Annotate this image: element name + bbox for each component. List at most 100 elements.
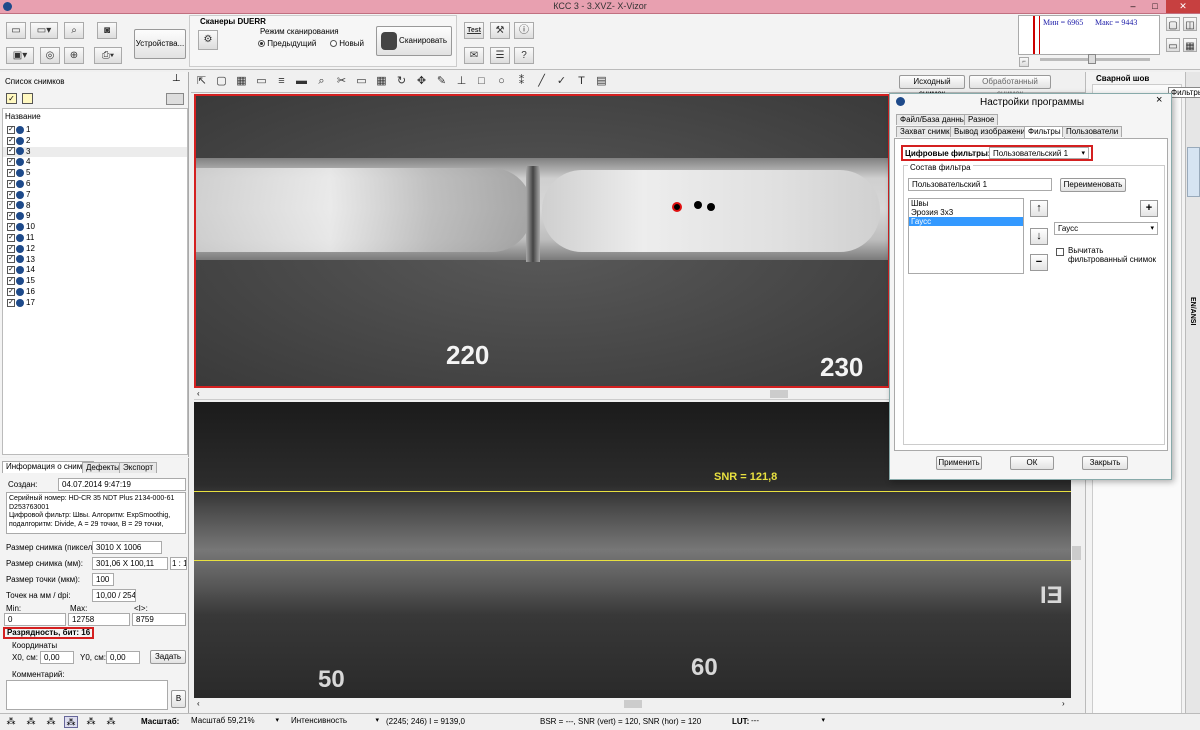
apply-button[interactable]: Применить [936,456,982,470]
dialog-tab[interactable]: Пользователи [1062,126,1123,137]
layout-window-icon[interactable]: ▭ [1166,38,1180,52]
rename-button[interactable]: Переименовать [1060,178,1126,192]
item-checkbox[interactable]: ✓ [7,233,15,242]
layout-single-icon[interactable]: ▢ [1166,17,1180,31]
image-list-item[interactable]: ✓ 1 [3,125,187,136]
move-up-icon[interactable]: ↑ [1030,200,1048,217]
nav-last-icon[interactable]: ⁂ [104,716,118,728]
nav-stop-icon[interactable]: ⁂ [44,716,58,728]
item-checkbox[interactable]: ✓ [7,190,15,199]
search-icon[interactable]: ⌕ [64,22,84,39]
filter-list-item[interactable]: Швы [909,199,1023,208]
ok-button[interactable]: ОК [1010,456,1054,470]
cut-icon[interactable]: ✂ [333,74,350,90]
image-list-item[interactable]: ✓ 2 [3,136,187,147]
top-hscroll-thumb[interactable] [770,390,788,398]
item-checkbox[interactable]: ✓ [7,277,15,286]
pan-icon[interactable]: ✥ [413,74,430,90]
thumbnail-view-icon[interactable] [166,93,184,105]
frame-icon[interactable]: ▭ [253,74,270,90]
image-list-item[interactable]: ✓ 8 [3,201,187,212]
item-checkbox[interactable]: ✓ [7,223,15,232]
select-icon[interactable]: ▢ [213,74,230,90]
nav-prev-icon[interactable]: ⁂ [24,716,38,728]
bottom-hscrollbar[interactable]: ‹ › [194,698,1071,710]
comment-input[interactable] [6,680,168,710]
item-checkbox[interactable]: ✓ [7,169,15,178]
ruler-icon[interactable]: ▬ [293,74,310,90]
image-list-item[interactable]: ✓ 3 [3,146,187,158]
status-mode-select[interactable]: Интенсивность [288,715,382,728]
pin-icon[interactable]: ⊥ [172,73,181,84]
list-icon[interactable]: ☰ [490,47,510,64]
filter-list-item[interactable]: Гаусс [909,217,1023,226]
rect-icon[interactable]: □ [473,74,490,90]
check-all-icon[interactable]: ✓ [6,93,17,104]
new-file-icon[interactable]: ▭ [6,22,26,39]
top-hscrollbar[interactable]: ‹ [194,388,890,400]
maximize-button[interactable]: □ [1144,0,1166,13]
bottom-hscroll-thumb[interactable] [624,700,642,708]
image-list-item[interactable]: ✓ 15 [3,276,187,287]
scroll-right-icon[interactable]: › [1062,699,1065,708]
disc-icon[interactable]: ◎ [40,47,60,64]
wrench-icon[interactable]: ⚒ [490,22,510,39]
grid2-icon[interactable]: ▦ [373,74,390,90]
stack-icon[interactable]: ≡ [273,74,290,90]
digital-filters-select[interactable]: Пользовательский 1 [989,147,1089,159]
item-checkbox[interactable]: ✓ [7,255,15,264]
add-icon[interactable]: ⊕ [64,47,84,64]
profile-icon[interactable]: ⊥ [453,74,470,90]
image-list-item[interactable]: ✓ 9 [3,211,187,222]
item-checkbox[interactable]: ✓ [7,125,15,134]
close-dialog-button[interactable]: Закрыть [1082,456,1128,470]
mode-previous-radio[interactable]: Предыдущий [258,39,316,48]
image-list-item[interactable]: ✓ 12 [3,244,187,255]
ellipse-icon[interactable]: ○ [493,74,510,90]
image-list-item[interactable]: ✓ 13 [3,255,187,266]
item-checkbox[interactable]: ✓ [7,298,15,307]
gear-icon[interactable]: ⚙ [198,30,218,50]
add-filter-select[interactable]: Гаусс [1054,222,1158,235]
mode-new-radio[interactable]: Новый [330,39,364,48]
count-icon[interactable]: ⁑ [513,74,530,90]
camera-icon[interactable]: ◙ [97,22,117,39]
save-icon[interactable]: ▣▾ [6,47,34,64]
move-icon[interactable]: ⇱ [193,74,210,90]
item-checkbox[interactable]: ✓ [7,147,15,156]
dialog-tab[interactable]: Разное [964,114,999,125]
side-tab[interactable]: EN/ANSI [1189,297,1196,347]
add-filter-icon[interactable]: + [1140,200,1158,217]
filter-list-item[interactable]: Эрозия 3x3 [909,208,1023,217]
top-xray-viewer[interactable]: 220 230 [194,94,890,388]
image-list-item[interactable]: ✓ 7 [3,190,187,201]
rotate-icon[interactable]: ↻ [393,74,410,90]
palette-icon[interactable]: ▤ [593,74,610,90]
y0-input[interactable]: 0,00 [106,651,140,664]
item-checkbox[interactable]: ✓ [7,266,15,275]
line-icon[interactable]: ╱ [533,74,550,90]
help-icon[interactable]: ? [514,47,534,64]
tab-image-info[interactable]: Информация о снимке [2,461,95,473]
bottom-vscroll-thumb[interactable] [1072,546,1081,560]
dialog-tab[interactable]: Вывод изображения [950,126,1034,137]
original-image-button[interactable]: Исходный снимок [899,75,965,98]
nav-next-icon[interactable]: ⁂ [84,716,98,728]
close-button[interactable]: ✕ [1166,0,1200,13]
tab-defects[interactable]: Дефекты [82,462,124,473]
tab-export[interactable]: Экспорт [119,462,158,473]
chat-icon[interactable]: ✉ [464,47,484,64]
pen-icon[interactable]: ✎ [433,74,450,90]
uncheck-all-icon[interactable] [22,93,33,104]
minimize-button[interactable]: – [1122,0,1144,13]
dialog-tab[interactable]: Файл/База данных [896,114,974,125]
item-checkbox[interactable]: ✓ [7,158,15,167]
layout-grid-icon[interactable]: ▦ [1183,38,1197,52]
info-icon[interactable]: ⓘ [514,22,534,39]
tick-icon[interactable]: ✓ [553,74,570,90]
x0-input[interactable]: 0,00 [40,651,74,664]
image-list-item[interactable]: ✓ 17 [3,298,187,309]
item-checkbox[interactable]: ✓ [7,212,15,221]
histogram-reset-icon[interactable]: ⌐ [1019,57,1029,67]
subtract-checkbox[interactable] [1056,248,1064,256]
